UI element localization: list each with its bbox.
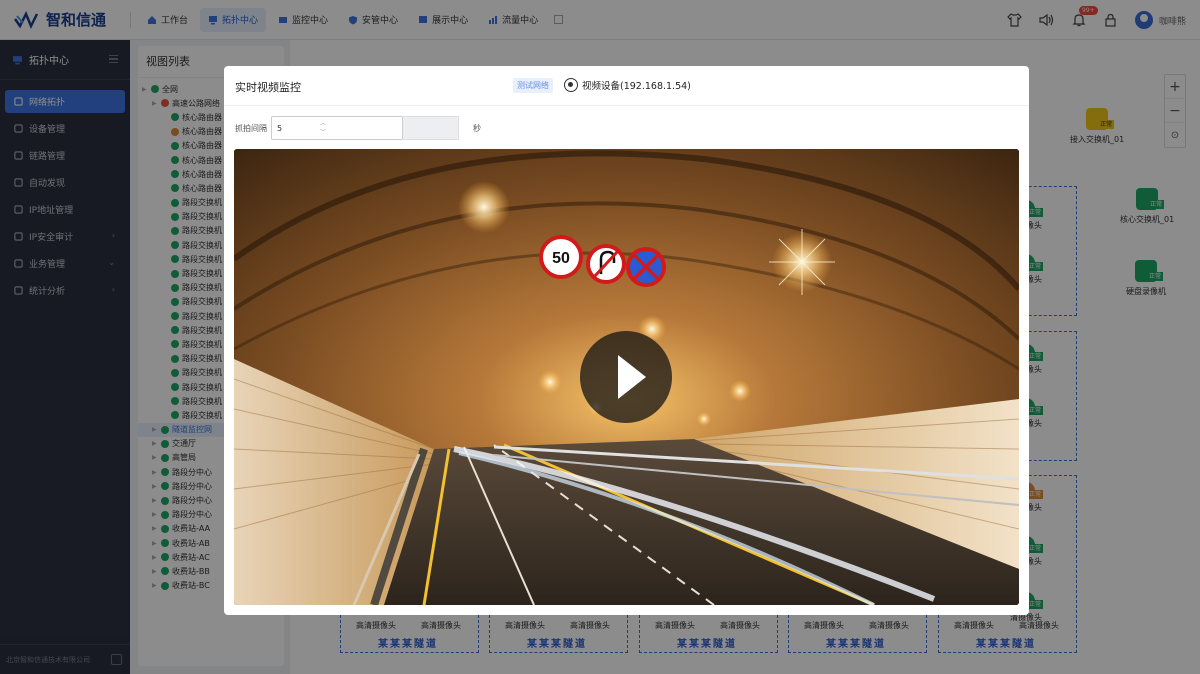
interval-input[interactable]: 5 ︿ ﹀ xyxy=(271,116,403,140)
device-selector[interactable]: 视频设备(192.168.1.54) xyxy=(564,78,691,92)
interval-label: 抓拍间隔 xyxy=(235,123,267,133)
dialog-title: 实时视频监控 xyxy=(235,81,301,94)
no-uturn-sign xyxy=(586,244,626,284)
interval-value: 5 xyxy=(277,123,283,133)
interval-row: 抓拍间隔 5 ︿ ﹀ 秒 xyxy=(235,116,481,140)
network-tag: 测试网络 xyxy=(513,78,553,93)
play-button[interactable] xyxy=(580,331,672,423)
device-name: 视频设备(192.168.1.54) xyxy=(582,81,691,92)
no-stopping-sign xyxy=(626,247,666,287)
interval-unit: 秒 xyxy=(473,123,481,133)
video-monitor-dialog: 实时视频监控 测试网络 视频设备(192.168.1.54) 抓拍间隔 5 ︿ ﹀… xyxy=(224,66,1029,615)
dialog-header: 实时视频监控 测试网络 视频设备(192.168.1.54) xyxy=(224,66,1029,106)
speed-limit-sign: 50 xyxy=(539,235,583,279)
camera-icon xyxy=(564,78,578,92)
speed-limit-text: 50 xyxy=(552,250,570,267)
video-player[interactable]: 50 xyxy=(234,149,1019,605)
stepper-icon[interactable]: ︿ ﹀ xyxy=(320,119,326,137)
interval-input-addon xyxy=(403,116,459,140)
